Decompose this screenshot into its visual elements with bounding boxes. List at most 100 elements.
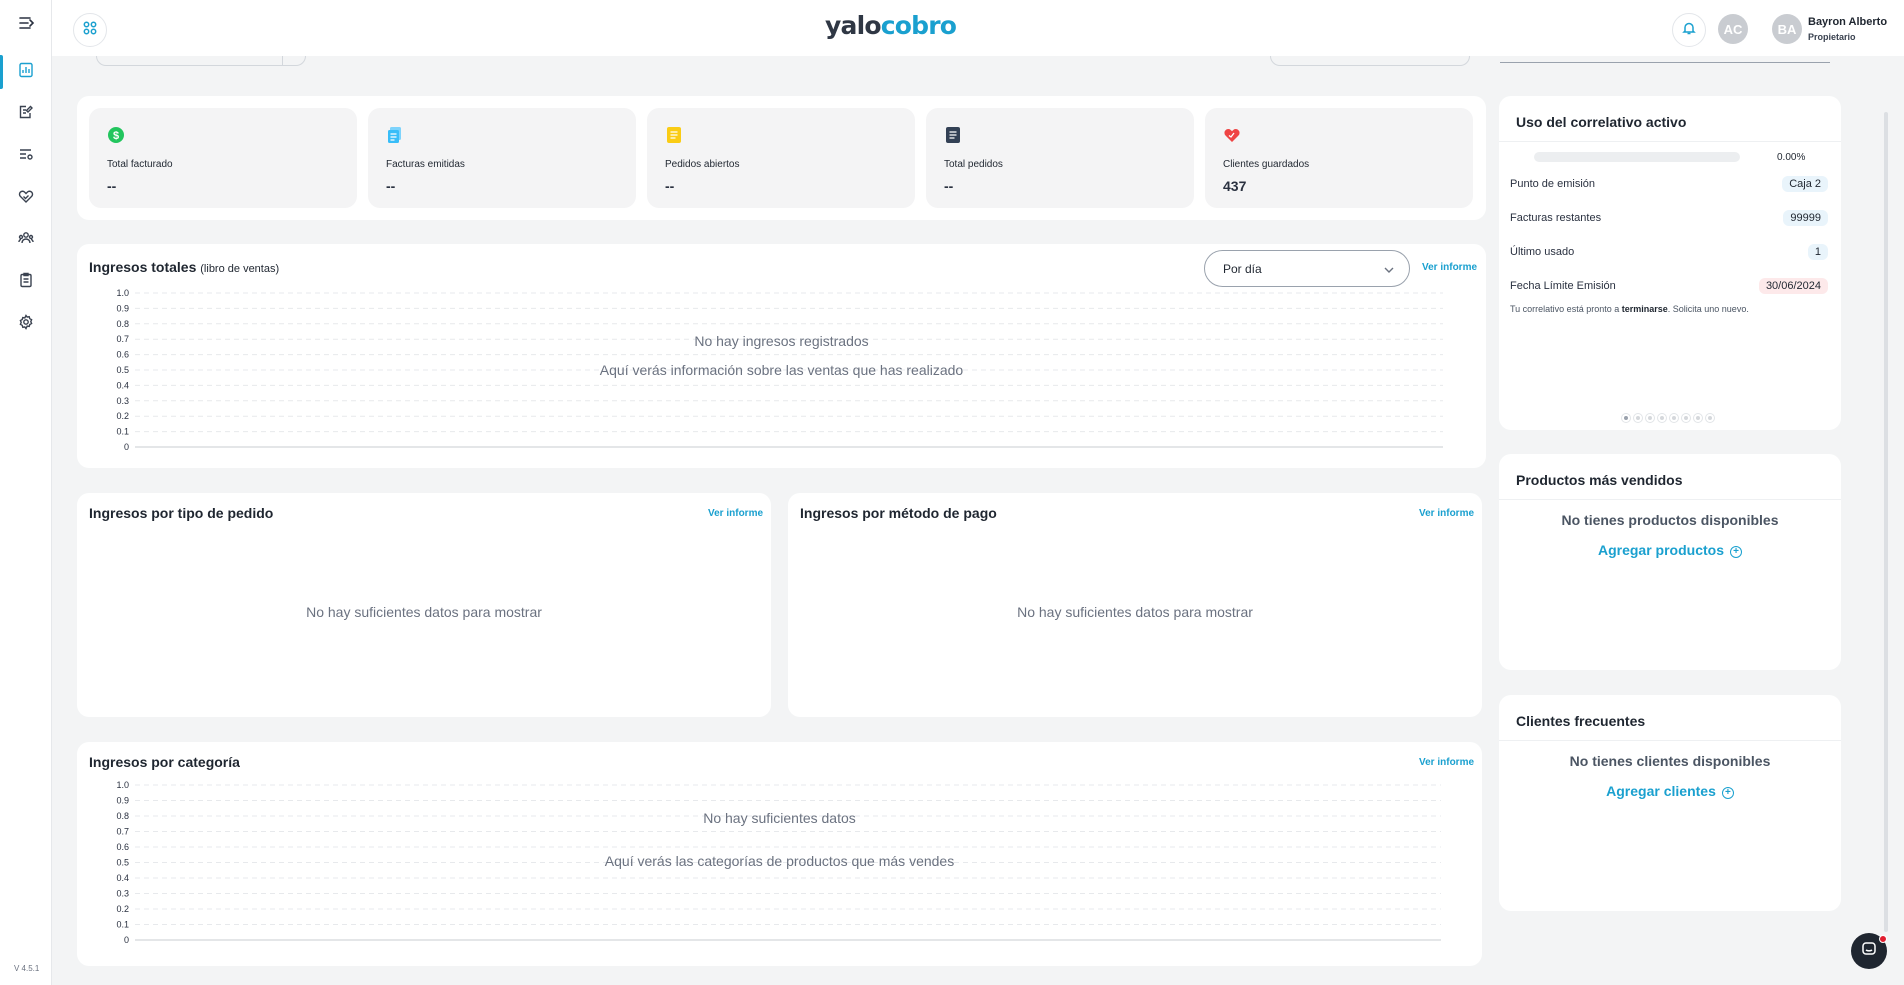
period-select-value: Por día (1223, 262, 1262, 276)
info-row: Fecha Límite Emisión 30/06/2024 (1510, 276, 1828, 296)
add-clients-button[interactable]: Agregar clientes + (1499, 783, 1841, 799)
info-value: 1 (1807, 244, 1828, 260)
carousel-dot[interactable] (1706, 414, 1714, 422)
income-category-empty-desc: Aquí verás las categorías de productos q… (604, 853, 955, 869)
stat-open-orders: Pedidos abiertos -- (647, 108, 915, 208)
carousel-dot[interactable] (1682, 414, 1690, 422)
carousel-dot[interactable] (1622, 414, 1630, 422)
stat-value: -- (107, 178, 117, 194)
stat-value: -- (665, 178, 675, 194)
logo-part-yalo: yalo (825, 11, 882, 40)
stat-value: -- (944, 178, 954, 194)
stat-saved-clients: Clientes guardados 437 (1205, 108, 1473, 208)
income-order-type-report-link[interactable]: Ver informe (708, 508, 763, 519)
chevron-down-icon (1383, 263, 1395, 275)
correlative-percent: 0.00% (1777, 152, 1806, 163)
sidebar-item-orders[interactable] (0, 261, 52, 303)
heart-icon (1223, 126, 1241, 144)
stat-value: 437 (1223, 178, 1247, 194)
list-icon (944, 126, 962, 144)
y-tick-label: 0.4 (116, 873, 129, 883)
stat-label: Pedidos abiertos (665, 159, 740, 170)
sidebar-item-users[interactable] (0, 219, 52, 261)
frequent-clients-title: Clientes frecuentes (1516, 713, 1646, 729)
y-tick-label: 0.3 (116, 889, 129, 899)
income-payment-empty: No hay suficientes datos para mostrar (1017, 604, 1253, 620)
carousel-dot[interactable] (1634, 414, 1642, 422)
income-category-card: Ingresos por categoría Ver informe 0 0.1 0… (77, 742, 1482, 966)
top-header: yalocobro AC BA Bayron Alberto Propietar… (52, 0, 1904, 56)
info-row: Punto de emisión Caja 2 (1510, 174, 1828, 194)
sidebar-item-dashboard[interactable] (0, 51, 52, 93)
y-tick-label: 0.7 (116, 827, 129, 837)
divider (1499, 740, 1841, 741)
income-order-type-empty: No hay suficientes datos para mostrar (306, 604, 542, 620)
sidebar-item-invoices[interactable] (0, 93, 52, 135)
sidebar: V 4.5.1 (0, 0, 52, 985)
sidebar-item-settings[interactable] (0, 303, 52, 345)
period-select[interactable]: Por día (1204, 250, 1410, 287)
user-role: Propietario (1808, 32, 1856, 42)
info-value: 99999 (1783, 210, 1828, 226)
report-chart-icon (18, 62, 34, 83)
correlative-progress (1534, 152, 1740, 162)
notification-badge (1879, 935, 1887, 943)
chat-icon (1861, 941, 1877, 962)
users-icon (18, 230, 34, 251)
chat-support-button[interactable] (1851, 933, 1887, 969)
edit-document-icon (18, 104, 34, 125)
stat-value: -- (386, 178, 396, 194)
heart-handshake-icon (18, 188, 34, 209)
avatar-company[interactable]: AC (1718, 14, 1748, 44)
info-key: Último usado (1510, 246, 1575, 258)
date-range-partial[interactable] (1270, 56, 1470, 66)
svg-text:$: $ (113, 130, 119, 142)
income-order-type-card: Ingresos por tipo de pedido Ver informe … (77, 493, 771, 717)
income-total-empty-desc: Aquí verás información sobre las ventas … (599, 362, 964, 378)
correlative-note: Tu correlativo está pronto a terminarse.… (1510, 304, 1749, 314)
sidebar-item-clients[interactable] (0, 177, 52, 219)
info-row: Último usado 1 (1510, 242, 1828, 262)
y-tick-label: 0.1 (116, 920, 129, 930)
add-products-button[interactable]: Agregar productos + (1499, 542, 1841, 558)
plus-circle-icon: + (1721, 787, 1734, 799)
info-value: Caja 2 (1782, 176, 1828, 192)
documents-icon (386, 126, 404, 144)
add-clients-label: Agregar clientes (1606, 783, 1716, 799)
y-tick-label: 0.9 (116, 303, 129, 313)
carousel-dot[interactable] (1694, 414, 1702, 422)
stat-label: Clientes guardados (1223, 159, 1310, 170)
info-key: Fecha Límite Emisión (1510, 280, 1616, 292)
y-tick-label: 0.2 (116, 904, 129, 914)
y-tick-label: 0.1 (116, 427, 129, 437)
frequent-clients-empty: No tienes clientes disponibles (1569, 753, 1771, 769)
user-name[interactable]: Bayron Alberto (1808, 16, 1887, 28)
note-prefix: Tu correlativo está pronto a (1510, 304, 1622, 314)
avatar-user[interactable]: BA (1772, 14, 1802, 44)
menu-collapse-icon[interactable] (18, 14, 36, 32)
dollar-icon: $ (107, 126, 125, 144)
income-payment-title: Ingresos por método de pago (800, 505, 997, 521)
app-logo[interactable]: yalocobro (825, 11, 957, 40)
add-products-label: Agregar productos (1597, 542, 1724, 558)
carousel-dot[interactable] (1670, 414, 1678, 422)
filter-select-partial[interactable] (96, 56, 306, 66)
y-tick-label: 0.4 (116, 380, 129, 390)
app-version: V 4.5.1 (14, 964, 40, 973)
bell-icon (1682, 21, 1696, 40)
carousel-dot[interactable] (1658, 414, 1666, 422)
y-tick-label: 0.8 (116, 319, 129, 329)
info-key: Facturas restantes (1510, 212, 1602, 224)
page-scrollbar[interactable] (1884, 112, 1888, 932)
stat-total-billed: $ Total facturado -- (89, 108, 357, 208)
sidebar-item-settings-list[interactable] (0, 135, 52, 177)
carousel-dot[interactable] (1646, 414, 1654, 422)
info-key: Punto de emisión (1510, 178, 1595, 190)
note-bold: terminarse (1621, 304, 1668, 314)
gear-icon (18, 313, 34, 335)
income-payment-report-link[interactable]: Ver informe (1419, 508, 1474, 519)
notifications-button[interactable] (1672, 13, 1706, 47)
apps-button[interactable] (73, 13, 107, 47)
correlative-card: Uso del correlativo activo (1499, 96, 1841, 430)
stat-label: Total pedidos (944, 159, 1003, 170)
